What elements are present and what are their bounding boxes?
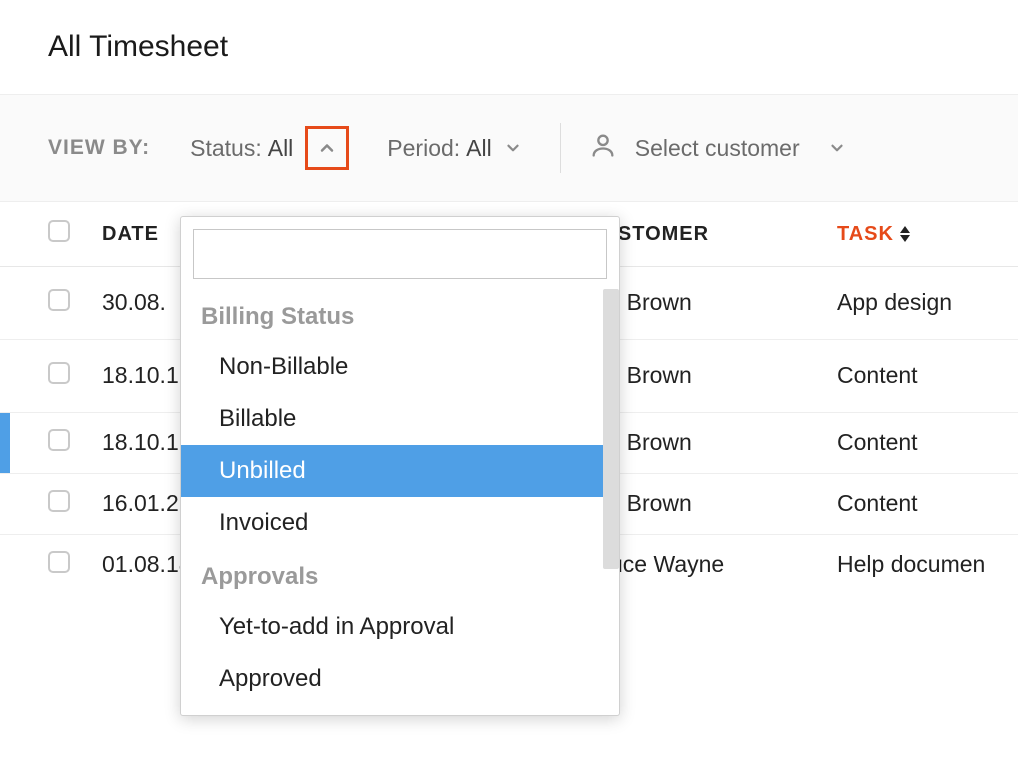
- view-by-label: VIEW BY:: [48, 136, 150, 160]
- customer-label: Select customer: [635, 135, 800, 162]
- select-all-checkbox[interactable]: [48, 220, 70, 242]
- dropdown-item-non-billable[interactable]: Non-Billable: [181, 341, 619, 393]
- task-header-label: TASK: [837, 223, 894, 246]
- dropdown-item-approved[interactable]: Approved: [181, 653, 619, 705]
- row-checkbox[interactable]: [48, 289, 70, 311]
- filter-bar: VIEW BY: Status: All Period: All Select …: [0, 94, 1018, 202]
- dropdown-group-label: Billing Status: [181, 289, 619, 341]
- row-checkbox[interactable]: [48, 429, 70, 451]
- person-icon: [589, 131, 617, 165]
- dropdown-item-unbilled[interactable]: Unbilled: [181, 445, 619, 497]
- row-checkbox[interactable]: [48, 362, 70, 384]
- status-filter[interactable]: Status: All: [190, 126, 349, 170]
- cell-task: Content: [837, 429, 1018, 456]
- column-header-customer[interactable]: CUSTOMER: [587, 223, 837, 246]
- row-checkbox[interactable]: [48, 551, 70, 573]
- period-value: All: [466, 135, 492, 162]
- divider: [560, 123, 561, 173]
- period-label: Period:: [387, 135, 460, 162]
- dropdown-search-input[interactable]: [193, 229, 607, 279]
- cell-customer: Bruce Wayne: [587, 551, 837, 578]
- dropdown-item-invoiced[interactable]: Invoiced: [181, 497, 619, 549]
- cell-task: Content: [837, 490, 1018, 517]
- row-accent: [0, 413, 10, 473]
- customer-filter[interactable]: Select customer: [589, 131, 846, 165]
- cell-customer: ron Brown: [587, 362, 837, 389]
- status-label: Status:: [190, 135, 262, 162]
- chevron-up-icon[interactable]: [305, 126, 349, 170]
- cell-task: Help documen: [837, 551, 1018, 578]
- dropdown-group-label: Approvals: [181, 549, 619, 601]
- status-dropdown: Billing Status Non-Billable Billable Unb…: [180, 216, 620, 716]
- period-filter[interactable]: Period: All: [387, 135, 521, 162]
- column-header-task[interactable]: TASK: [837, 223, 1018, 246]
- dropdown-scrollbar[interactable]: [603, 289, 619, 569]
- cell-task: Content: [837, 362, 1018, 389]
- chevron-down-icon[interactable]: [828, 139, 846, 157]
- select-all-cell: [48, 220, 102, 248]
- chevron-down-icon[interactable]: [504, 139, 522, 157]
- cell-customer: ron Brown: [587, 490, 837, 517]
- cell-task: App design: [837, 289, 1018, 316]
- cell-customer: ron Brown: [587, 289, 837, 316]
- dropdown-item-yet-to-add[interactable]: Yet-to-add in Approval: [181, 601, 619, 653]
- sort-icon: [900, 226, 910, 242]
- status-value: All: [268, 135, 294, 162]
- row-checkbox[interactable]: [48, 490, 70, 512]
- cell-customer: ron Brown: [587, 429, 837, 456]
- page-title: All Timesheet: [0, 0, 1018, 94]
- dropdown-item-billable[interactable]: Billable: [181, 393, 619, 445]
